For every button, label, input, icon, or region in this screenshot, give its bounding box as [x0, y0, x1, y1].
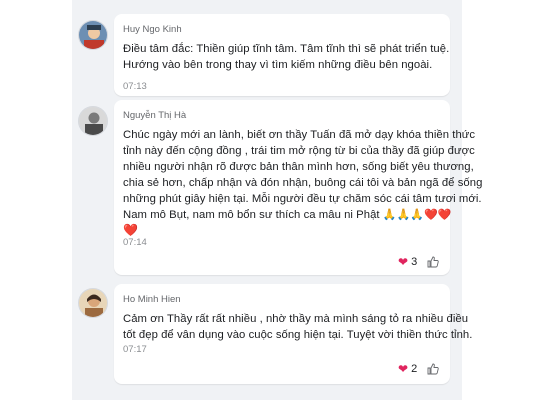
comment-line: tốt đẹp để vân dụng vào cuộc sống hiện t…	[123, 329, 473, 341]
like-button[interactable]	[426, 362, 440, 376]
reaction-count: 2	[411, 363, 418, 375]
comment-bubble: Ho Minh Hien Cảm ơn Thầy rất rất nhiều ,…	[114, 284, 472, 384]
heart-icon: ❤	[398, 255, 409, 269]
comment-timestamp: 07:17	[123, 344, 147, 355]
comment-line: Nam mô Bụt, nam mô bổn sư thích ca mâu n…	[123, 207, 482, 223]
heart-emoji: ❤️	[123, 223, 138, 237]
comment-author[interactable]: Nguyễn Thị Hà	[123, 110, 186, 121]
like-icon	[427, 256, 439, 268]
comment-text: Điều tâm đắc: Thiền giúp tĩnh tâm. Tâm t…	[123, 41, 449, 73]
reaction-count: 3	[411, 256, 418, 268]
comment-line: chia sẻ hơn, chấp nhận và đón nhận, buôn…	[123, 177, 483, 189]
comment-bubble: Nguyễn Thị Hà Chúc ngày mới an lành, biế…	[114, 100, 482, 275]
heart-icon: ❤	[398, 362, 409, 376]
comment-line-text: Nam mô Bụt, nam mô bổn sư thích ca mâu n…	[123, 209, 380, 221]
comment-timestamp: 07:13	[123, 81, 147, 92]
avatar[interactable]	[78, 288, 108, 318]
comment-author[interactable]: Ho Minh Hien	[123, 294, 181, 305]
reaction-summary[interactable]: ❤ 2	[398, 362, 440, 376]
avatar[interactable]	[78, 106, 108, 136]
like-button[interactable]	[426, 255, 440, 269]
comment-author[interactable]: Huy Ngo Kinh	[123, 24, 182, 35]
comment-line: Chúc ngày mới an lành, biết ơn thầy Tuấn…	[123, 129, 476, 141]
comment-line: Cảm ơn Thầy rất rất nhiều , nhờ thầy mà …	[123, 313, 469, 325]
comment-line: Hướng vào bên trong thay vì tìm kiếm nhữ…	[123, 59, 433, 71]
comment-timestamp: 07:14	[123, 237, 147, 248]
avatar[interactable]	[78, 20, 108, 50]
comment-line: ❤️	[123, 223, 482, 239]
comment-line: tỉnh này đến cộng đồng , trái tim mở rộn…	[123, 145, 475, 157]
comment-line: nhiều người nhận rõ được bản thân mình h…	[123, 161, 474, 173]
reaction-summary[interactable]: ❤ 3	[398, 255, 440, 269]
comment-text: Chúc ngày mới an lành, biết ơn thầy Tuấn…	[123, 127, 482, 239]
emoji-sequence: 🙏🙏🙏❤️❤️	[382, 209, 452, 221]
comment-line: những phút giây hiện tại. Mỗi người đều …	[123, 193, 482, 205]
comment-bubble: Huy Ngo Kinh Điều tâm đắc: Thiền giúp tĩ…	[114, 14, 450, 96]
comment-line: Điều tâm đắc: Thiền giúp tĩnh tâm. Tâm t…	[123, 43, 450, 55]
like-icon	[427, 363, 439, 375]
comment-text: Cảm ơn Thầy rất rất nhiều , nhờ thầy mà …	[123, 311, 472, 343]
